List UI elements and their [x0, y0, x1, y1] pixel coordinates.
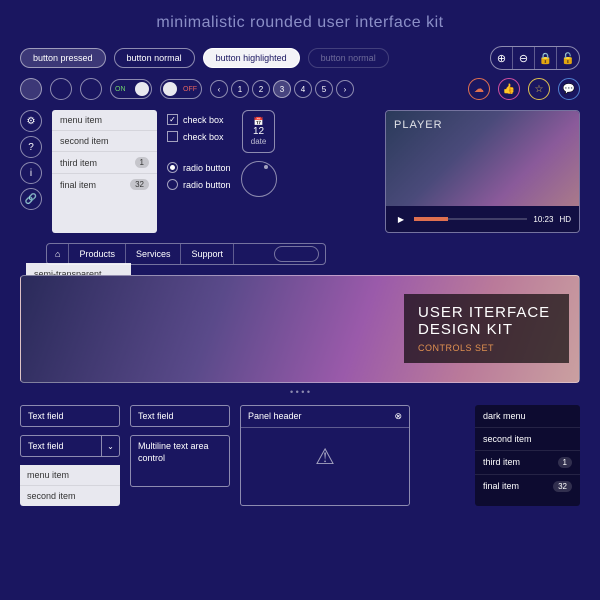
- combo-field[interactable]: Text field: [20, 435, 102, 457]
- menu-item[interactable]: final item32: [52, 174, 157, 195]
- menu-item[interactable]: third item1: [52, 152, 157, 174]
- menu-item[interactable]: second item: [475, 428, 580, 451]
- page-2[interactable]: 2: [252, 80, 270, 98]
- chevron-down-icon[interactable]: ⌄: [102, 435, 120, 457]
- gear-icon[interactable]: ⚙: [20, 110, 42, 132]
- button-pressed[interactable]: button pressed: [20, 48, 106, 68]
- dark-menu: dark menu second item third item1 final …: [475, 405, 580, 506]
- plus-icon[interactable]: ⊕: [491, 47, 513, 69]
- light-menu: menu item second item third item1 final …: [52, 110, 157, 233]
- link-icon[interactable]: 🔗: [20, 188, 42, 210]
- lock-icon[interactable]: 🔒: [535, 47, 557, 69]
- carousel-dots[interactable]: • • • •: [0, 385, 600, 399]
- social-thumb-icon[interactable]: 👍: [498, 78, 520, 100]
- date-picker[interactable]: 📅 12 date: [242, 110, 276, 153]
- calendar-icon: 📅: [251, 117, 267, 126]
- search-input[interactable]: [274, 246, 319, 262]
- play-icon[interactable]: ▶: [394, 212, 408, 226]
- tab-products[interactable]: Products: [69, 244, 126, 264]
- menu-item[interactable]: third item1: [475, 451, 580, 475]
- hero-title: USER ITERFACEDESIGN KIT: [418, 304, 555, 339]
- kit-title: minimalistic rounded user interface kit: [0, 0, 600, 42]
- social-star-icon[interactable]: ☆: [528, 78, 550, 100]
- info-icon[interactable]: i: [20, 162, 42, 184]
- page-4[interactable]: 4: [294, 80, 312, 98]
- button-disabled: button normal: [308, 48, 389, 68]
- swatch[interactable]: [50, 78, 72, 100]
- dropdown-item[interactable]: second item: [20, 486, 120, 506]
- panel-title: Panel header: [248, 411, 302, 422]
- progress-bar[interactable]: [414, 218, 527, 220]
- warning-icon: ⚠: [241, 428, 409, 486]
- side-toolbar: ⚙ ? i 🔗: [20, 110, 42, 233]
- hero-banner: USER ITERFACEDESIGN KIT CONTROLS SET: [20, 275, 580, 383]
- button-normal[interactable]: button normal: [114, 48, 195, 68]
- radio[interactable]: radio button: [167, 179, 231, 190]
- page-3[interactable]: 3: [273, 80, 291, 98]
- menu-item[interactable]: second item: [52, 131, 157, 152]
- toggle-on[interactable]: ON: [110, 79, 152, 99]
- tab-services[interactable]: Services: [126, 244, 182, 264]
- page-prev-icon[interactable]: ‹: [210, 80, 228, 98]
- page-5[interactable]: 5: [315, 80, 333, 98]
- tab-support[interactable]: Support: [181, 244, 234, 264]
- checkbox[interactable]: check box: [167, 131, 231, 142]
- button-highlighted[interactable]: button highlighted: [203, 48, 300, 68]
- player-hd: HD: [559, 215, 571, 224]
- checkbox-checked[interactable]: ✓check box: [167, 114, 231, 125]
- player-label: PLAYER: [394, 119, 443, 131]
- swatch-active[interactable]: [20, 78, 42, 100]
- media-player: PLAYER ▶ 10:23 HD: [385, 110, 580, 233]
- nav-bar: ⌂ Products Services Support: [46, 243, 326, 265]
- hero-subtitle: CONTROLS SET: [418, 343, 555, 353]
- form-controls: ✓check box check box radio button radio …: [167, 110, 231, 233]
- social-cloud-icon[interactable]: ☁: [468, 78, 490, 100]
- pagination: ‹ 1 2 3 4 5 ›: [210, 80, 354, 98]
- unlock-icon[interactable]: 🔓: [557, 47, 579, 69]
- home-icon[interactable]: ⌂: [47, 244, 69, 264]
- minus-icon[interactable]: ⊖: [513, 47, 535, 69]
- help-icon[interactable]: ?: [20, 136, 42, 158]
- radio-checked[interactable]: radio button: [167, 162, 231, 173]
- icon-button-group: ⊕ ⊖ 🔒 🔓: [490, 46, 580, 70]
- text-field[interactable]: Text field: [20, 405, 120, 427]
- text-field[interactable]: Text field: [130, 405, 230, 427]
- textarea[interactable]: Multiline text area control: [130, 435, 230, 487]
- menu-item[interactable]: menu item: [52, 110, 157, 131]
- toggle-off[interactable]: OFF: [160, 79, 202, 99]
- player-time: 10:23: [533, 215, 553, 224]
- close-icon[interactable]: ⊗: [394, 411, 402, 422]
- menu-item[interactable]: final item32: [475, 475, 580, 498]
- combo-dropdown: menu item second item: [20, 465, 120, 506]
- page-next-icon[interactable]: ›: [336, 80, 354, 98]
- swatch[interactable]: [80, 78, 102, 100]
- page-1[interactable]: 1: [231, 80, 249, 98]
- panel: Panel header ⊗ ⚠: [240, 405, 410, 506]
- dial-control[interactable]: [241, 161, 277, 197]
- social-chat-icon[interactable]: 💬: [558, 78, 580, 100]
- dropdown-item[interactable]: menu item: [20, 465, 120, 486]
- menu-item[interactable]: dark menu: [475, 405, 580, 428]
